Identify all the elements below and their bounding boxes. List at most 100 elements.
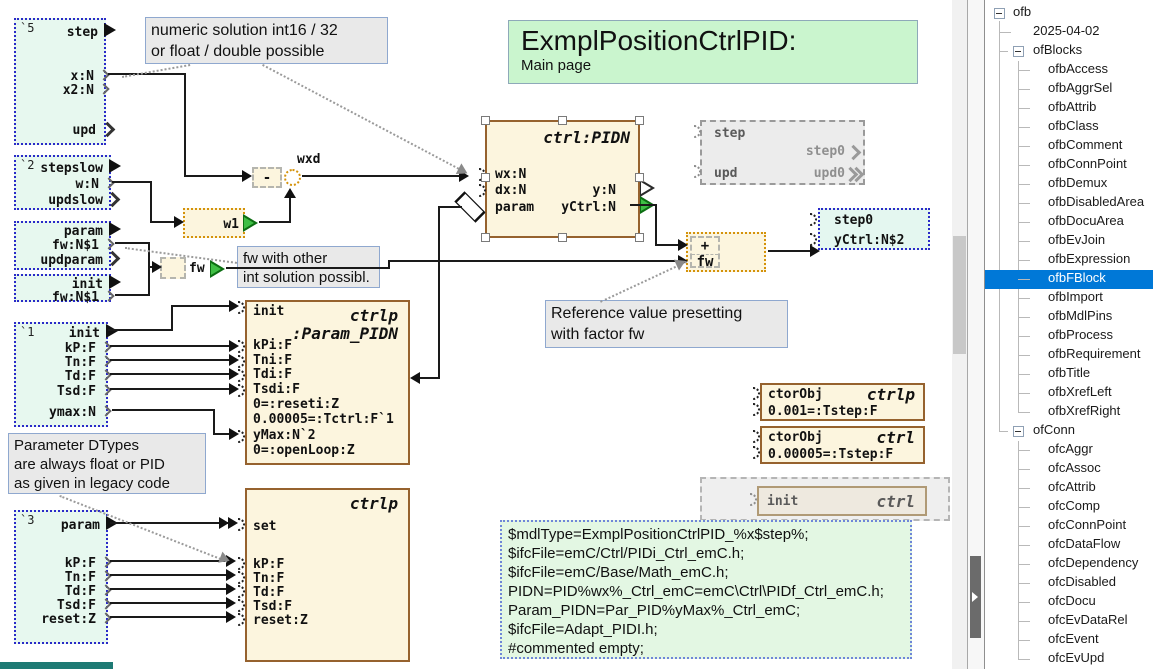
- resize-handle[interactable]: [558, 233, 567, 242]
- mdl-pins-block-5[interactable]: `5 step x:N x2:N upd: [14, 18, 106, 145]
- fblock-param-pidn[interactable]: init ctrlp :Param_PIDN kPi:F Tni:F Tdi:F…: [245, 300, 410, 465]
- pin-kP[interactable]: kP:F: [253, 557, 284, 572]
- pin-step0[interactable]: step0: [834, 213, 873, 228]
- fblock-ctrlp-set[interactable]: ctrlp set kP:F Tn:F Td:F Tsd:F reset:Z: [245, 488, 410, 662]
- gray-event-block[interactable]: step step0 upd upd0: [700, 120, 865, 185]
- pin-updslow[interactable]: updslow: [16, 193, 103, 208]
- resize-handle[interactable]: [558, 116, 567, 125]
- pin-upd[interactable]: upd: [16, 123, 96, 138]
- vertical-scrollbar-thumb[interactable]: [953, 236, 966, 354]
- pin-step[interactable]: step: [16, 25, 98, 40]
- tree-item[interactable]: ofbClass: [985, 118, 1153, 137]
- tree-item[interactable]: ofcConnPoint: [985, 517, 1153, 536]
- pin-Tsdi[interactable]: Tsdi:F: [253, 382, 300, 397]
- tree-item[interactable]: ofbAggrSel: [985, 80, 1153, 99]
- pin-upd0[interactable]: upd0: [814, 166, 845, 181]
- pin-Tdi[interactable]: Tdi:F: [253, 367, 292, 382]
- pin-Tn[interactable]: Tn:F: [253, 571, 284, 586]
- pin-step[interactable]: step: [714, 126, 745, 141]
- pin-init[interactable]: init: [16, 326, 100, 341]
- w1-expression-box[interactable]: w1: [183, 208, 245, 238]
- fblock-ctrl-pidn[interactable]: ctrl:PIDN wx:N dx:N param y:N yCtrl:N: [485, 120, 640, 238]
- pin-yctrl[interactable]: yCtrl:N: [561, 200, 616, 215]
- pin-w[interactable]: w:N: [16, 177, 99, 192]
- pin-kP[interactable]: kP:F: [16, 556, 96, 571]
- pin-Td[interactable]: Td:F: [16, 584, 96, 599]
- pin-init[interactable]: init: [253, 304, 284, 319]
- fw-gain-box[interactable]: [160, 257, 186, 279]
- mdl-pins-block-2[interactable]: `2 stepslow w:N updslow: [14, 155, 111, 210]
- mdl-pins-block-param[interactable]: param fw:N$1 updparam: [14, 221, 111, 270]
- pin-init[interactable]: init: [767, 494, 798, 509]
- mdl-pins-block-3[interactable]: `3 param kP:F Tn:F Td:F Tsd:F reset:Z: [14, 510, 108, 644]
- resize-handle[interactable]: [481, 233, 490, 242]
- tree-item[interactable]: ofcEvent: [985, 631, 1153, 650]
- pin-dx[interactable]: dx:N: [495, 183, 526, 198]
- junction-circle[interactable]: [284, 169, 301, 186]
- pin-param[interactable]: param: [16, 518, 100, 533]
- pin-x[interactable]: x:N: [16, 69, 94, 84]
- pin-wx[interactable]: wx:N: [495, 167, 526, 182]
- tree-item[interactable]: ofbDocuArea: [985, 213, 1153, 232]
- tree-item[interactable]: ofcDataFlow: [985, 536, 1153, 555]
- pin-reset[interactable]: reset:Z: [16, 612, 96, 627]
- tree-item[interactable]: ofbExpression: [985, 251, 1153, 270]
- pin-ymax[interactable]: ymax:N: [16, 405, 96, 420]
- tree-item[interactable]: ofbAccess: [985, 61, 1153, 80]
- resize-handle[interactable]: [635, 173, 644, 182]
- tree-item[interactable]: ofcDisabled: [985, 574, 1153, 593]
- pin-yctrl2[interactable]: yCtrl:N$2: [834, 233, 904, 248]
- panel-splitter-handle[interactable]: [970, 556, 981, 638]
- resize-handle[interactable]: [635, 233, 644, 242]
- tree-item-ofconn[interactable]: ofConn: [985, 422, 1153, 441]
- resize-handle[interactable]: [481, 173, 490, 182]
- adder-inner-box[interactable]: + fw: [690, 236, 720, 268]
- resize-handle[interactable]: [635, 116, 644, 125]
- pin-ctorobj[interactable]: ctorObj: [768, 430, 823, 445]
- pin-openLoop[interactable]: 0=:openLoop:Z: [253, 443, 355, 458]
- pin-stepslow[interactable]: stepslow: [16, 161, 103, 176]
- pin-x2[interactable]: x2:N: [16, 83, 94, 98]
- pin-Tsd[interactable]: Tsd:F: [16, 598, 96, 613]
- collapse-icon[interactable]: [1013, 426, 1024, 437]
- collapse-icon[interactable]: [1013, 46, 1024, 57]
- fblock-ctorobj-ctrlp[interactable]: ctorObj ctrlp 0.001=:Tstep:F: [760, 383, 925, 421]
- tree-item-ofbfblock-selected[interactable]: ofbFBlock: [985, 270, 1153, 289]
- pin-reseti[interactable]: 0=:reseti:Z: [253, 397, 339, 412]
- pin-Td[interactable]: Td:F: [253, 585, 284, 600]
- tree-item[interactable]: ofbAttrib: [985, 99, 1153, 118]
- note-numeric-solution[interactable]: numeric solution int16 / 32 or float / d…: [145, 17, 388, 64]
- tree-item[interactable]: ofcAssoc: [985, 460, 1153, 479]
- pin-step0[interactable]: step0: [806, 144, 845, 159]
- pin-kPi[interactable]: kPi:F: [253, 338, 292, 353]
- pin-Tsd[interactable]: Tsd:F: [253, 599, 292, 614]
- pin-param[interactable]: param: [495, 200, 534, 215]
- tree-item[interactable]: ofcDocu: [985, 593, 1153, 612]
- pin-Tni[interactable]: Tni:F: [253, 353, 292, 368]
- collapse-icon[interactable]: [994, 8, 1005, 19]
- pin-yMax[interactable]: yMax:N`2: [253, 428, 316, 443]
- tree-item[interactable]: ofcDependency: [985, 555, 1153, 574]
- tree-item[interactable]: ofbXrefLeft: [985, 384, 1153, 403]
- tree-item-ofblocks[interactable]: ofBlocks: [985, 42, 1153, 61]
- tree-item[interactable]: ofbConnPoint: [985, 156, 1153, 175]
- pin-tstep[interactable]: 0.00005=:Tstep:F: [768, 447, 893, 462]
- note-reference-value[interactable]: Reference value presetting with factor f…: [545, 300, 788, 348]
- fblock-init-ctrl-disabled[interactable]: init ctrl: [757, 486, 927, 516]
- page-title-box[interactable]: ExmplPositionCtrlPID: Main page: [508, 20, 918, 84]
- pin-y[interactable]: y:N: [593, 183, 616, 198]
- tree-item[interactable]: ofcAggr: [985, 441, 1153, 460]
- tree-item[interactable]: ofbEvJoin: [985, 232, 1153, 251]
- diagram-canvas[interactable]: `5 step x:N x2:N upd `2 stepslow w:N upd…: [0, 0, 952, 669]
- tree-item[interactable]: ofbProcess: [985, 327, 1153, 346]
- pin-tstep[interactable]: 0.001=:Tstep:F: [768, 404, 878, 419]
- note-parameter-dtypes[interactable]: Parameter DTypes are always float or PID…: [8, 433, 206, 494]
- pin-ctorobj[interactable]: ctorObj: [768, 387, 823, 402]
- disabled-area[interactable]: init ctrl: [700, 477, 950, 521]
- pin-fw[interactable]: fw:N$1: [16, 290, 99, 305]
- tree-item[interactable]: ofbDisabledArea: [985, 194, 1153, 213]
- tree-item-date[interactable]: 2025-04-02: [985, 23, 1153, 42]
- mdl-pins-block-1[interactable]: `1 init kP:F Tn:F Td:F Tsd:F ymax:N: [14, 322, 108, 427]
- script-text-box[interactable]: $mdlType=ExmplPositionCtrlPID_%x$step%; …: [500, 520, 912, 659]
- tree-item[interactable]: ofcAttrib: [985, 479, 1153, 498]
